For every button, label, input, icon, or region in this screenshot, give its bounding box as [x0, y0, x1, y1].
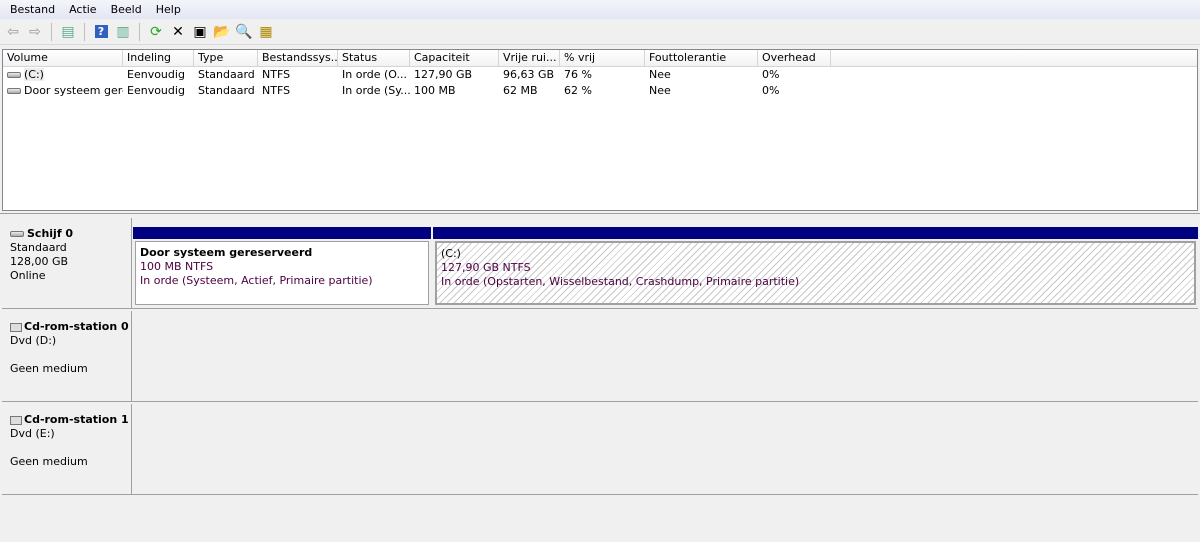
show-hide-console-tree-icon[interactable]: ▤ — [59, 23, 77, 41]
col-capaciteit[interactable]: Capaciteit — [410, 50, 499, 66]
toolbar: ⇦ ⇨ ▤ ? ▥ ⟳ ✕ ▣ 📂 🔍 ▦ — [0, 19, 1200, 45]
disk-label[interactable]: Schijf 0 Standaard 128,00 GB Online — [2, 218, 132, 308]
disk-0: Schijf 0 Standaard 128,00 GB Online Door… — [2, 218, 1198, 309]
disk-label[interactable]: Cd-rom-station 1 Dvd (E:) Geen medium — [2, 404, 132, 494]
cell: Eenvoudig — [127, 84, 185, 97]
partition-name: Door systeem gereserveerd — [140, 246, 313, 259]
cdrom-1: Cd-rom-station 1 Dvd (E:) Geen medium — [2, 404, 1198, 495]
table-row[interactable]: Door systeem gere... Eenvoudig Standaard… — [3, 83, 1197, 99]
disk-label[interactable]: Cd-rom-station 0 Dvd (D:) Geen medium — [2, 311, 132, 401]
delete-icon[interactable]: ✕ — [169, 23, 187, 41]
partition-c[interactable]: (C:) 127,90 GB NTFS In orde (Opstarten, … — [433, 227, 1198, 307]
disk-graph-view: Schijf 0 Standaard 128,00 GB Online Door… — [0, 213, 1200, 542]
cell-volume: Door systeem gere... — [24, 84, 123, 97]
disk-state: Geen medium — [10, 362, 88, 375]
partition-size: 127,90 GB NTFS — [441, 261, 531, 274]
cdrom-icon — [10, 322, 22, 332]
disk-partitions — [133, 311, 1198, 401]
partition-status: In orde (Opstarten, Wisselbestand, Crash… — [441, 275, 800, 288]
disk-partitions — [133, 404, 1198, 494]
cell: Standaard — [198, 84, 255, 97]
cell-volume: (C:) — [24, 68, 44, 81]
separator — [139, 22, 140, 41]
volume-list-header: Volume Indeling Type Bestandssys... Stat… — [3, 50, 1197, 67]
forward-icon[interactable]: ⇨ — [26, 23, 44, 41]
explore-icon[interactable]: 🔍 — [235, 23, 253, 41]
menu-help[interactable]: Help — [149, 3, 188, 16]
menu-actie[interactable]: Actie — [62, 3, 104, 16]
cell: NTFS — [262, 68, 291, 81]
settings-icon[interactable]: ▦ — [257, 23, 275, 41]
disk-size: 128,00 GB — [10, 255, 69, 268]
disk-partitions: Door systeem gereserveerd 100 MB NTFS In… — [133, 218, 1198, 308]
col-vrije-ruimte[interactable]: Vrije rui... — [499, 50, 560, 66]
col-bestandssysteem[interactable]: Bestandssys... — [258, 50, 338, 66]
cell: 62 MB — [503, 84, 538, 97]
show-action-pane-icon[interactable]: ▥ — [114, 23, 132, 41]
volume-list: Volume Indeling Type Bestandssys... Stat… — [2, 49, 1198, 211]
disk-state: Geen medium — [10, 455, 88, 468]
disk-type: Dvd (E:) — [10, 427, 55, 440]
cell: 96,63 GB — [503, 68, 555, 81]
partition-name: (C:) — [441, 247, 461, 260]
cell: NTFS — [262, 84, 291, 97]
col-indeling[interactable]: Indeling — [123, 50, 194, 66]
col-type[interactable]: Type — [194, 50, 258, 66]
open-folder-icon[interactable]: 📂 — [213, 23, 231, 41]
cell: 127,90 GB — [414, 68, 473, 81]
cell: In orde (Sy... — [342, 84, 410, 97]
back-icon[interactable]: ⇦ — [4, 23, 22, 41]
disk-type: Standaard — [10, 241, 67, 254]
partition-bar — [433, 227, 1198, 239]
cell: 100 MB — [414, 84, 456, 97]
help-icon[interactable]: ? — [92, 23, 110, 41]
cell: 0% — [762, 68, 780, 81]
properties-icon[interactable]: ▣ — [191, 23, 209, 41]
cdrom-0: Cd-rom-station 0 Dvd (D:) Geen medium — [2, 311, 1198, 402]
col-percent-vrij[interactable]: % vrij — [560, 50, 645, 66]
separator — [51, 22, 52, 41]
partition-status: In orde (Systeem, Actief, Primaire parti… — [140, 274, 373, 287]
partition-bar — [133, 227, 431, 239]
disk-name: Schijf 0 — [27, 227, 74, 240]
partition-size: 100 MB NTFS — [140, 260, 214, 273]
drive-icon — [7, 72, 21, 78]
disk-icon — [10, 231, 24, 237]
cdrom-icon — [10, 415, 22, 425]
disk-type: Dvd (D:) — [10, 334, 57, 347]
drive-icon — [7, 88, 21, 94]
cell: Standaard — [198, 68, 255, 81]
partition-system-reserved[interactable]: Door systeem gereserveerd 100 MB NTFS In… — [133, 227, 431, 307]
menu-bestand[interactable]: Bestand — [3, 3, 62, 16]
cell: 0% — [762, 84, 780, 97]
cell: In orde (O... — [342, 68, 408, 81]
table-row[interactable]: (C:) Eenvoudig Standaard NTFS In orde (O… — [3, 67, 1197, 83]
cell: Nee — [649, 84, 671, 97]
cell: 62 % — [564, 84, 592, 97]
disk-name: Cd-rom-station 0 — [24, 320, 129, 333]
cell: 76 % — [564, 68, 592, 81]
disk-state: Online — [10, 269, 46, 282]
col-status[interactable]: Status — [338, 50, 410, 66]
cell: Eenvoudig — [127, 68, 185, 81]
col-volume[interactable]: Volume — [3, 50, 123, 66]
refresh-icon[interactable]: ⟳ — [147, 23, 165, 41]
disk-name: Cd-rom-station 1 — [24, 413, 129, 426]
col-overhead[interactable]: Overhead — [758, 50, 831, 66]
menu-bar: Bestand Actie Beeld Help — [0, 0, 1200, 19]
separator — [84, 22, 85, 41]
menu-beeld[interactable]: Beeld — [104, 3, 149, 16]
col-fouttolerantie[interactable]: Fouttolerantie — [645, 50, 758, 66]
cell: Nee — [649, 68, 671, 81]
